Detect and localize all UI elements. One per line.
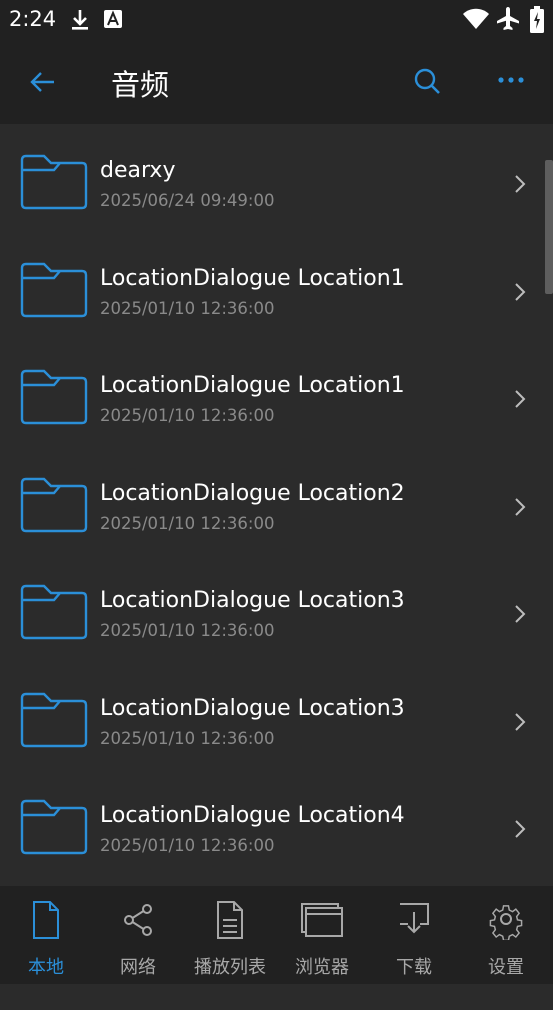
share-icon	[92, 900, 184, 940]
search-button[interactable]	[405, 62, 449, 102]
nav-item-playlist[interactable]: 播放列表	[184, 886, 276, 984]
status-bar: 2:24	[0, 0, 553, 40]
folder-name: LocationDialogue Location1	[100, 373, 405, 398]
nav-item-network[interactable]: 网络	[92, 886, 184, 984]
back-arrow-icon	[22, 72, 62, 106]
folder-date: 2025/01/10 12:36:00	[100, 836, 275, 855]
page-title: 音频	[111, 68, 170, 102]
folder-icon	[18, 690, 90, 750]
folder-name: LocationDialogue Location1	[100, 265, 405, 291]
browser-icon	[276, 900, 368, 940]
folder-date: 2025/01/10 12:36:00	[100, 621, 275, 640]
chevron-right-icon	[507, 494, 533, 520]
bottom-nav: 本地 网络 播放列表 浏览器 下载 设置	[0, 886, 553, 984]
chevron-right-icon	[507, 709, 533, 735]
a-badge-icon	[104, 10, 122, 32]
folder-icon	[18, 367, 90, 427]
folder-date: 2025/01/10 12:36:00	[100, 298, 275, 318]
list-item[interactable]: LocationDialogue Location4 2025/01/10 12:…	[0, 769, 545, 876]
folder-icon	[18, 475, 90, 535]
back-button[interactable]	[22, 62, 62, 102]
nav-item-download[interactable]: 下载	[368, 886, 460, 984]
wifi-icon	[462, 8, 490, 34]
download-tray-icon	[368, 900, 460, 940]
chevron-right-icon	[507, 171, 533, 197]
folder-date: 2025/01/10 12:36:00	[100, 728, 275, 748]
folder-list[interactable]: dearxy 2025/06/24 09:49:00 LocationDialogu…	[0, 124, 553, 1010]
folder-date: 2025/01/10 12:36:00	[100, 513, 275, 533]
list-item[interactable]: LocationDialogue Location3 2025/01/10 12:…	[0, 554, 545, 661]
folder-date: 2025/01/10 12:36:00	[100, 406, 275, 425]
airplane-icon	[496, 6, 520, 36]
folder-icon	[18, 582, 90, 642]
folder-name: dearxy	[100, 158, 176, 183]
list-item[interactable]: LocationDialogue Location3 2025/01/10 12:…	[0, 662, 545, 769]
scrollbar[interactable]	[545, 160, 553, 294]
nav-item-local[interactable]: 本地	[0, 886, 92, 984]
folder-name: LocationDialogue Location3	[100, 695, 405, 721]
folder-icon	[18, 260, 90, 320]
nav-item-browser[interactable]: 浏览器	[276, 886, 368, 984]
folder-name: LocationDialogue Location2	[100, 480, 405, 506]
list-item[interactable]: dearxy 2025/06/24 09:49:00	[0, 124, 545, 231]
playlist-icon	[184, 900, 276, 940]
chevron-right-icon	[507, 816, 533, 842]
nav-label: 设置	[488, 957, 524, 978]
folder-date: 2025/06/24 09:49:00	[100, 191, 275, 210]
battery-icon	[529, 6, 545, 38]
list-item[interactable]: LocationDialogue Location1 2025/01/10 12:…	[0, 339, 545, 446]
status-time: 2:24	[9, 7, 57, 31]
app-bar: 音频	[0, 40, 553, 124]
gear-icon	[460, 900, 552, 940]
search-icon	[405, 68, 449, 106]
chevron-right-icon	[507, 279, 533, 305]
nav-item-settings[interactable]: 设置	[460, 886, 552, 984]
list-item[interactable]: LocationDialogue Location2 2025/01/10 12:…	[0, 447, 545, 554]
chevron-right-icon	[507, 601, 533, 627]
more-options-button[interactable]	[491, 62, 531, 102]
folder-icon	[18, 152, 90, 212]
download-icon	[70, 8, 90, 36]
folder-name: LocationDialogue Location4	[100, 803, 405, 828]
list-item[interactable]: LocationDialogue Location1 2025/01/10 12:…	[0, 232, 545, 339]
document-icon	[0, 900, 92, 940]
folder-icon	[18, 797, 90, 857]
folder-name: LocationDialogue Location3	[100, 588, 405, 613]
more-icon	[491, 77, 531, 106]
chevron-right-icon	[507, 386, 533, 412]
